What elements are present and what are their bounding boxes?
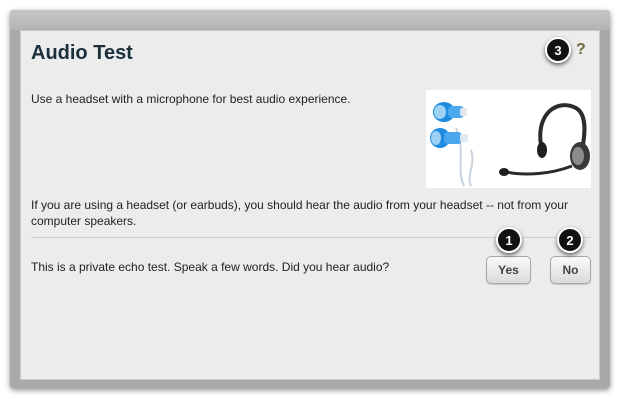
- headset-instruction: Use a headset with a microphone for best…: [31, 92, 351, 106]
- callout-badge-3: 3: [545, 37, 571, 63]
- echo-test-prompt: This is a private echo test. Speak a few…: [31, 260, 390, 274]
- callout-badge-1: 1: [496, 227, 522, 253]
- dialog-titlebar: [10, 10, 610, 30]
- dialog-title: Audio Test: [31, 42, 133, 64]
- earbuds-instruction: If you are using a headset (or earbuds),…: [31, 198, 568, 228]
- earbuds-and-headset-icon: [430, 102, 590, 187]
- no-button[interactable]: No: [550, 256, 591, 284]
- help-icon[interactable]: ?: [576, 41, 586, 59]
- yes-button[interactable]: Yes: [486, 256, 531, 284]
- headset-illustration: [426, 90, 591, 188]
- callout-badge-2: 2: [557, 227, 583, 253]
